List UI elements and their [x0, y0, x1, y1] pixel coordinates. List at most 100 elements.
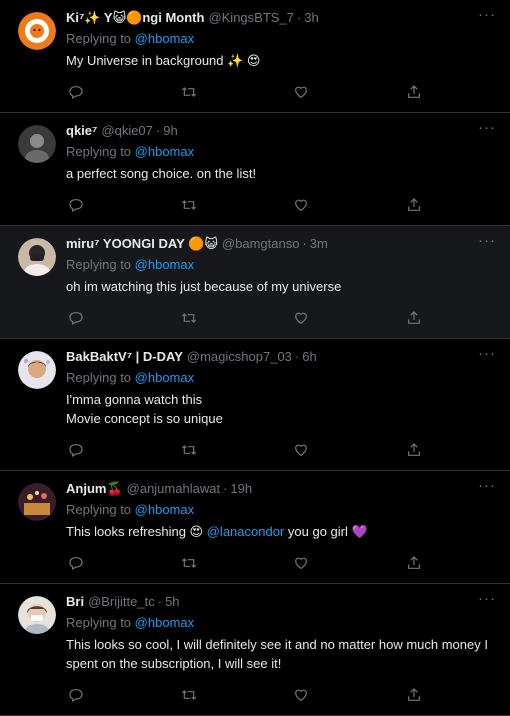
- replying-label: Replying to: [66, 615, 132, 630]
- avatar[interactable]: [18, 351, 56, 389]
- more-icon[interactable]: ···: [478, 233, 496, 248]
- tweet[interactable]: Ki⁷✨ Y😺🟠ngi Month @KingsBTS_7 · 3h ··· R…: [0, 0, 510, 113]
- reply-feed: Ki⁷✨ Y😺🟠ngi Month @KingsBTS_7 · 3h ··· R…: [0, 0, 510, 716]
- tweet-text: oh im watching this just because of my u…: [66, 277, 498, 296]
- retweet-icon[interactable]: [179, 685, 199, 705]
- replying-label: Replying to: [66, 502, 132, 517]
- separator-dot: ·: [155, 123, 161, 138]
- handle[interactable]: @bamgtanso: [222, 236, 300, 251]
- tweet-text: My Universe in background ✨ 😍: [66, 51, 498, 70]
- mention-link[interactable]: @hbomax: [135, 370, 194, 385]
- replying-label: Replying to: [66, 31, 132, 46]
- timestamp[interactable]: 3h: [304, 10, 318, 25]
- handle[interactable]: @anjumahlawat: [127, 481, 220, 496]
- mention-link[interactable]: @hbomax: [135, 502, 194, 517]
- display-name[interactable]: BakBaktV⁷ | D-DAY: [66, 349, 183, 364]
- avatar[interactable]: [18, 483, 56, 521]
- avatar[interactable]: [18, 12, 56, 50]
- more-icon[interactable]: ···: [478, 591, 496, 606]
- display-name[interactable]: Anjum🍒: [66, 481, 123, 497]
- display-name[interactable]: miru⁷ YOONGI DAY 🟠😺: [66, 236, 218, 252]
- timestamp[interactable]: 19h: [230, 481, 252, 496]
- tweet-text-line: I'mma gonna watch this: [66, 392, 203, 407]
- mention-link[interactable]: @lanacondor: [207, 524, 285, 539]
- replying-to: Replying to @hbomax: [66, 502, 498, 519]
- replying-label: Replying to: [66, 144, 132, 159]
- tweet-text-line: spent on the subscription, I will see it…: [66, 656, 282, 671]
- action-bar: [66, 82, 424, 112]
- mention-link[interactable]: @hbomax: [135, 257, 194, 272]
- replying-label: Replying to: [66, 257, 132, 272]
- tweet-text-part: This looks refreshing 😍: [66, 524, 204, 539]
- tweet[interactable]: Anjum🍒 @anjumahlawat · 19h ··· Replying …: [0, 471, 510, 584]
- retweet-icon[interactable]: [179, 82, 199, 102]
- replying-to: Replying to @hbomax: [66, 144, 498, 161]
- like-icon[interactable]: [291, 82, 311, 102]
- replying-label: Replying to: [66, 370, 132, 385]
- more-icon[interactable]: ···: [478, 478, 496, 493]
- share-icon[interactable]: [404, 82, 424, 102]
- share-icon[interactable]: [404, 440, 424, 460]
- share-icon[interactable]: [404, 685, 424, 705]
- tweet[interactable]: qkie⁷ @qkie07 · 9h ··· Replying to @hbom…: [0, 113, 510, 226]
- retweet-icon[interactable]: [179, 195, 199, 215]
- tweet-text-line: This looks so cool, I will definitely se…: [66, 637, 488, 652]
- like-icon[interactable]: [291, 685, 311, 705]
- timestamp[interactable]: 3m: [310, 236, 328, 251]
- tweet[interactable]: BakBaktV⁷ | D-DAY @magicshop7_03 · 6h ··…: [0, 339, 510, 471]
- tweet-text: This looks so cool, I will definitely se…: [66, 635, 498, 673]
- reply-icon[interactable]: [66, 308, 86, 328]
- action-bar: [66, 308, 424, 338]
- reply-icon[interactable]: [66, 553, 86, 573]
- separator-dot: ·: [223, 481, 228, 496]
- mention-link[interactable]: @hbomax: [135, 144, 194, 159]
- display-name[interactable]: Ki⁷✨ Y😺🟠ngi Month: [66, 10, 204, 26]
- action-bar: [66, 195, 424, 225]
- tweet-text: I'mma gonna watch this Movie concept is …: [66, 390, 498, 428]
- replying-to: Replying to @hbomax: [66, 257, 498, 274]
- mention-link[interactable]: @hbomax: [135, 615, 194, 630]
- action-bar: [66, 685, 424, 715]
- more-icon[interactable]: ···: [478, 120, 496, 135]
- avatar[interactable]: [18, 125, 56, 163]
- more-icon[interactable]: ···: [478, 346, 496, 361]
- timestamp[interactable]: 5h: [165, 594, 179, 609]
- handle[interactable]: @Brijitte_tc: [88, 594, 155, 609]
- like-icon[interactable]: [291, 553, 311, 573]
- reply-icon[interactable]: [66, 82, 86, 102]
- display-name[interactable]: qkie⁷: [66, 123, 97, 138]
- retweet-icon[interactable]: [179, 553, 199, 573]
- like-icon[interactable]: [291, 308, 311, 328]
- retweet-icon[interactable]: [179, 440, 199, 460]
- timestamp[interactable]: 6h: [302, 349, 316, 364]
- share-icon[interactable]: [404, 553, 424, 573]
- replying-to: Replying to @hbomax: [66, 31, 498, 48]
- separator-dot: ·: [157, 594, 163, 609]
- mention-link[interactable]: @hbomax: [135, 31, 194, 46]
- reply-icon[interactable]: [66, 195, 86, 215]
- tweet-text-line: a perfect song choice. on the list!: [66, 166, 257, 181]
- tweet-text-line: Movie concept is so unique: [66, 411, 223, 426]
- share-icon[interactable]: [404, 195, 424, 215]
- like-icon[interactable]: [291, 440, 311, 460]
- retweet-icon[interactable]: [179, 308, 199, 328]
- separator-dot: ·: [302, 236, 307, 251]
- tweet-text-line: oh im watching this just because of my u…: [66, 279, 342, 294]
- share-icon[interactable]: [404, 308, 424, 328]
- timestamp[interactable]: 9h: [163, 123, 177, 138]
- handle[interactable]: @qkie07: [101, 123, 153, 138]
- handle[interactable]: @KingsBTS_7: [208, 10, 293, 25]
- action-bar: [66, 440, 424, 470]
- display-name[interactable]: Bri: [66, 594, 84, 609]
- handle[interactable]: @magicshop7_03: [187, 349, 292, 364]
- tweet[interactable]: Bri @Brijitte_tc · 5h ··· Replying to @h…: [0, 584, 510, 716]
- tweet-text: a perfect song choice. on the list!: [66, 164, 498, 183]
- like-icon[interactable]: [291, 195, 311, 215]
- reply-icon[interactable]: [66, 440, 86, 460]
- avatar[interactable]: [18, 238, 56, 276]
- more-icon[interactable]: ···: [478, 7, 496, 22]
- tweet-text-line: My Universe in background ✨ 😍: [66, 53, 261, 68]
- tweet[interactable]: miru⁷ YOONGI DAY 🟠😺 @bamgtanso · 3m ··· …: [0, 226, 510, 339]
- avatar[interactable]: [18, 596, 56, 634]
- reply-icon[interactable]: [66, 685, 86, 705]
